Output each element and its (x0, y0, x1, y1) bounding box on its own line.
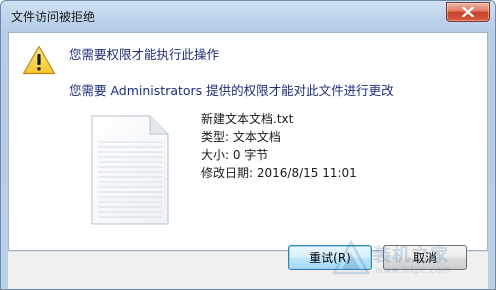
file-type: 类型: 文本文档 (201, 130, 281, 144)
file-modified: 修改日期: 2016/8/15 11:01 (201, 166, 357, 180)
warning-icon (22, 45, 56, 75)
message-primary: 您需要权限才能执行此操作 (69, 47, 220, 62)
cancel-button[interactable]: 取消 (383, 245, 467, 270)
file-name: 新建文本文档.txt (201, 112, 294, 126)
dialog-content: 您需要权限才能执行此操作 您需要 Administrators 提供的权限才能对… (8, 32, 488, 251)
window-title: 文件访问被拒绝 (11, 10, 96, 24)
file-info: 新建文本文档.txt 类型: 文本文档 大小: 0 字节 修改日期: 2016/… (201, 110, 357, 182)
text-document-icon (91, 115, 169, 225)
file-size: 大小: 0 字节 (201, 148, 269, 162)
close-icon (462, 7, 474, 17)
retry-button[interactable]: 重试(R) (288, 245, 372, 270)
dialog-window: 文件访问被拒绝 您需要权限才能执行此操作 您需要 Administrators … (0, 0, 496, 290)
message-secondary: 您需要 Administrators 提供的权限才能对此文件进行更改 (69, 83, 394, 98)
close-button[interactable] (446, 2, 490, 22)
